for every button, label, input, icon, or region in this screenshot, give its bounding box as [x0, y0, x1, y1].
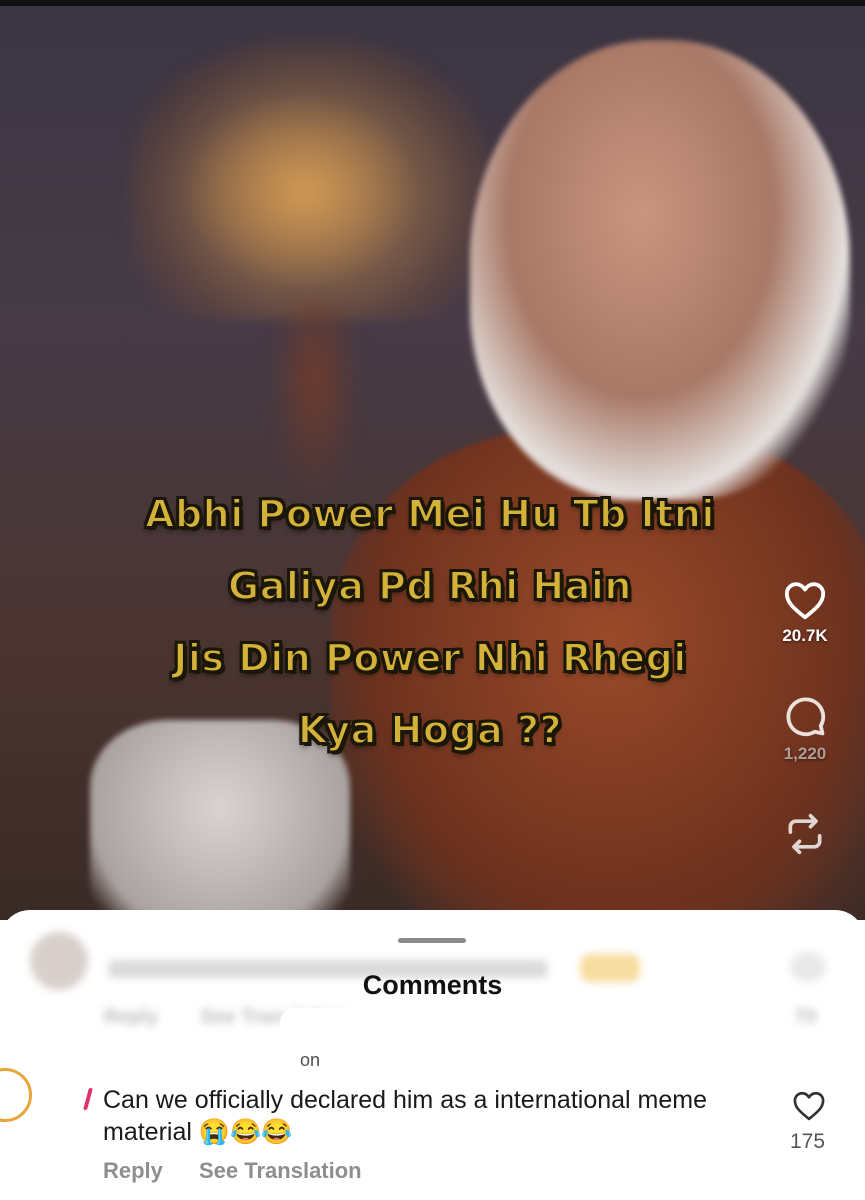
caption-line-1: Abhi Power Mei Hu Tb Itni — [144, 491, 715, 537]
redaction-mark — [83, 1088, 93, 1110]
heart-icon[interactable] — [792, 1090, 826, 1121]
comment-like-count: 175 — [790, 1130, 826, 1153]
comment-bubble-icon — [786, 697, 826, 737]
avatar[interactable] — [0, 1068, 32, 1122]
caption-line-2: Galiya Pd Rhi Hain — [227, 563, 632, 609]
comments-sheet: Reply See Translation 70 Comments on Can… — [0, 910, 865, 1200]
see-translation-link[interactable]: See Translation — [199, 1158, 362, 1184]
action-rail: 20.7K 1,220 — [765, 580, 845, 856]
repost-icon — [788, 813, 822, 855]
comment-count: 1,220 — [783, 744, 827, 763]
comment-item: on Can we officially declared him as a i… — [0, 1050, 865, 1200]
like-button[interactable]: 20.7K — [765, 580, 845, 646]
comment-text: Can we officially declared him as a inte… — [103, 1086, 708, 1146]
heart-icon — [784, 582, 826, 620]
status-strip — [0, 0, 865, 6]
figure-head — [470, 40, 850, 500]
video-caption: Abhi Power Mei Hu Tb Itni Galiya Pd Rhi … — [40, 478, 820, 766]
reply-link[interactable]: Reply — [103, 1158, 163, 1184]
background-lamp-base — [270, 300, 360, 500]
blurred-like-count: 70 — [794, 1006, 817, 1028]
comment-button[interactable]: 1,220 — [765, 694, 845, 764]
reel-video[interactable]: Abhi Power Mei Hu Tb Itni Galiya Pd Rhi … — [0, 0, 865, 920]
like-count: 20.7K — [782, 626, 828, 645]
caption-line-4: Kya Hoga ?? — [297, 707, 563, 753]
comment-username[interactable]: on — [300, 1050, 320, 1071]
redaction-mark — [280, 1008, 370, 1036]
background-lamp — [130, 40, 490, 320]
sheet-drag-handle[interactable] — [398, 938, 466, 943]
sheet-title: Comments — [362, 970, 503, 1000]
blurred-reply-link[interactable]: Reply — [104, 1006, 158, 1029]
caption-line-3: Jis Din Power Nhi Rhegi — [172, 635, 687, 681]
repost-button[interactable] — [765, 812, 845, 856]
